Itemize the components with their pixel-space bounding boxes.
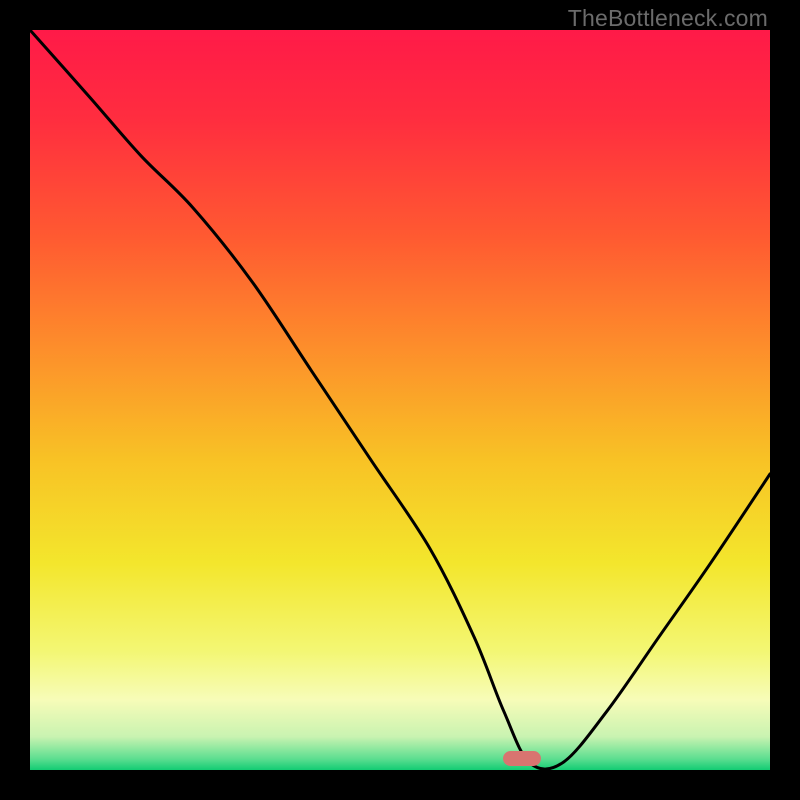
curve-layer	[30, 30, 770, 770]
outer-frame: TheBottleneck.com	[0, 0, 800, 800]
watermark-text: TheBottleneck.com	[568, 5, 768, 32]
optimal-marker-pill	[503, 751, 541, 766]
bottleneck-curve	[30, 30, 770, 769]
plot-area	[30, 30, 770, 770]
